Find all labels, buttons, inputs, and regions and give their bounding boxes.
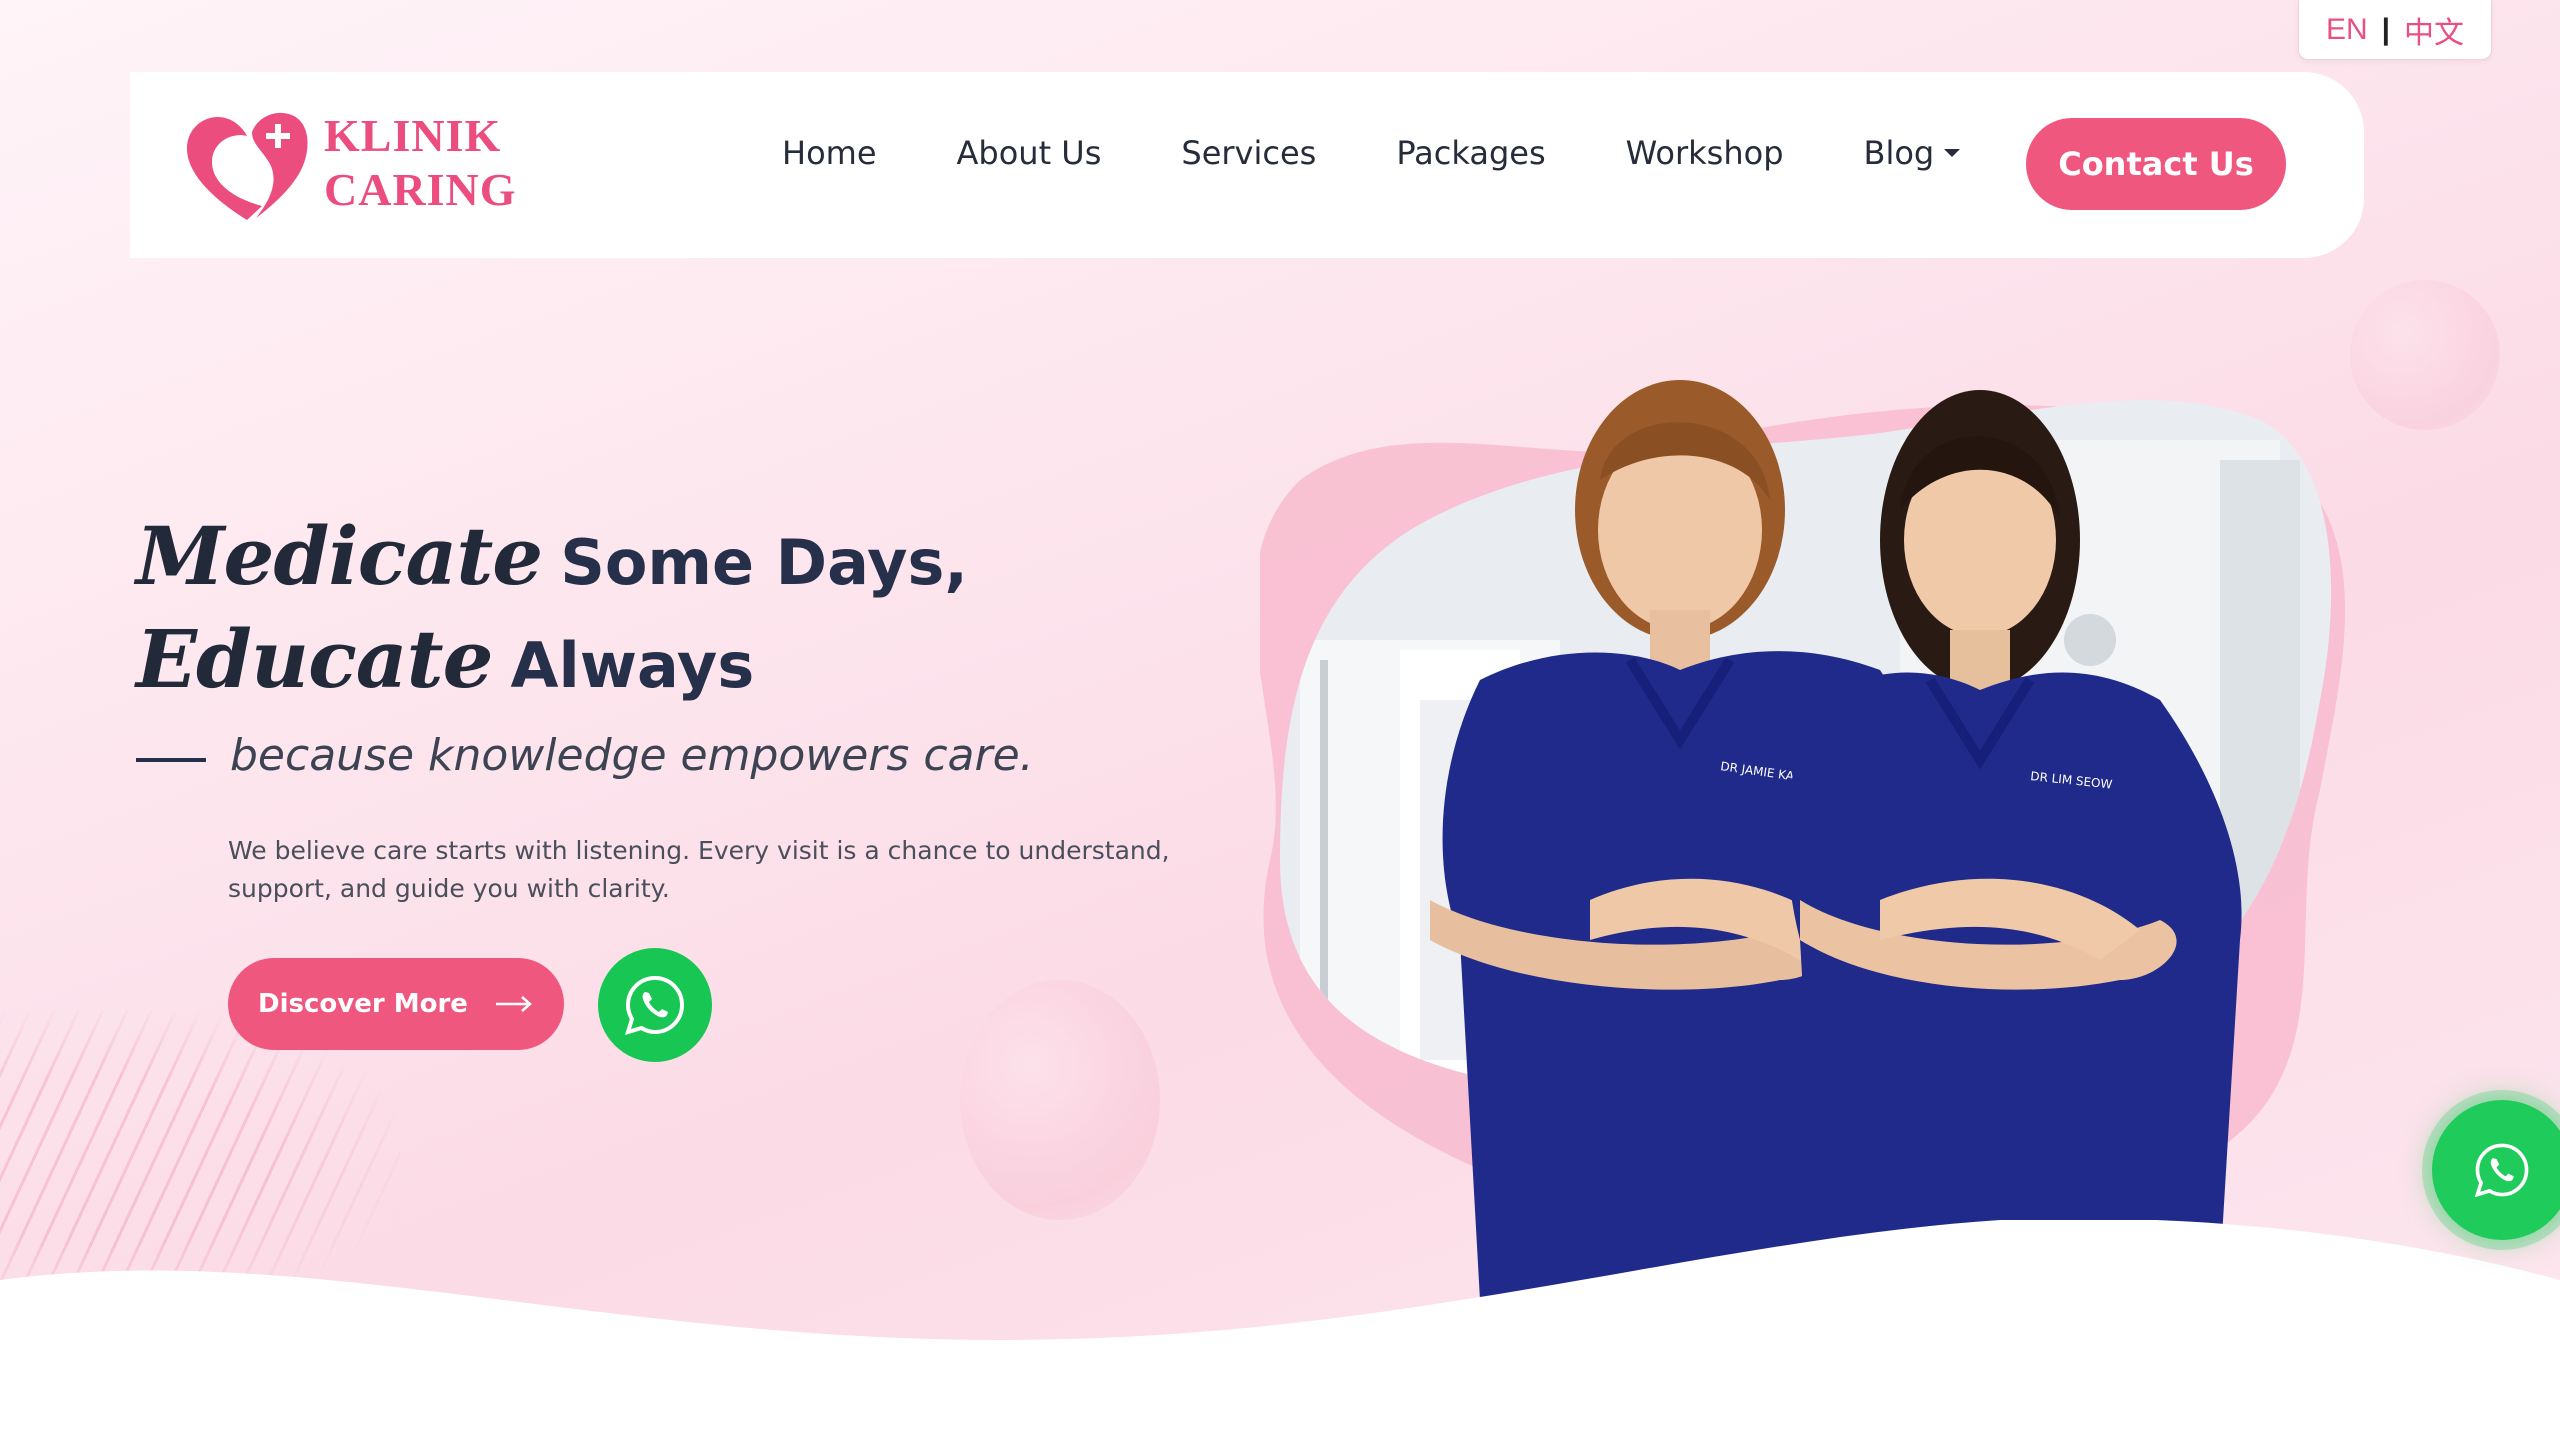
hero-headline: Medicate Some Days, Educate Always — [136, 508, 968, 714]
contact-us-button[interactable]: Contact Us — [2026, 118, 2286, 210]
headline-always: Always — [510, 629, 755, 702]
floating-whatsapp-button[interactable] — [2432, 1100, 2560, 1240]
decor-ball — [2350, 280, 2500, 430]
brand-line2: CARING — [324, 164, 517, 215]
decor-ball — [960, 980, 1160, 1220]
language-switcher: EN | 中文 — [2298, 0, 2492, 60]
lang-zh-link[interactable]: 中文 — [2404, 8, 2464, 52]
lang-en-link[interactable]: EN — [2326, 13, 2368, 47]
headline-some-days: Some Days, — [560, 526, 968, 599]
whatsapp-icon — [2474, 1143, 2529, 1198]
nav-workshop[interactable]: Workshop — [1626, 134, 1784, 172]
nav-workshop-label: Workshop — [1625, 134, 1784, 172]
discover-more-label: Discover More — [258, 989, 468, 1019]
whatsapp-button[interactable] — [598, 948, 712, 1062]
nav-about-us[interactable]: About Us — [957, 134, 1102, 172]
nav-about-label: About Us — [956, 134, 1102, 172]
nav-home-label: Home — [782, 134, 877, 172]
nav-services[interactable]: Services — [1181, 134, 1316, 172]
headline-line-1: Medicate Some Days, — [136, 508, 968, 611]
whatsapp-icon — [624, 975, 685, 1035]
headline-medicate: Medicate — [136, 509, 543, 603]
hero-description: We believe care starts with listening. E… — [228, 836, 1170, 903]
logo-text: KLINIK CARING — [324, 109, 517, 217]
logo-heart-icon — [186, 112, 308, 220]
nav-packages[interactable]: Packages — [1396, 134, 1545, 172]
nav-packages-label: Packages — [1396, 134, 1546, 172]
nav-blog-label: Blog — [1863, 134, 1935, 172]
nav-home[interactable]: Home — [782, 134, 877, 172]
nav-menu: Home About Us Services Packages Workshop… — [782, 134, 1961, 172]
navbar: KLINIK CARING Home About Us Services Pac… — [130, 72, 2364, 258]
lang-separator: | — [2381, 12, 2391, 46]
discover-more-button[interactable]: Discover More — [228, 958, 564, 1050]
nav-blog-dropdown[interactable]: Blog — [1864, 134, 1961, 172]
hero-tagline: because knowledge empowers care. — [230, 730, 1034, 781]
hero-image: DR JAMIE KANG DR LIM SEOW — [1260, 380, 2345, 1300]
tagline-dash — [136, 758, 206, 762]
bottom-wave — [0, 1220, 2560, 1440]
caret-down-icon — [1944, 149, 1961, 157]
logo[interactable]: KLINIK CARING — [182, 102, 517, 224]
brand-line1: KLINIK — [324, 110, 502, 161]
headline-educate: Educate — [136, 612, 493, 706]
headline-line-2: Educate Always — [136, 611, 968, 714]
nav-services-label: Services — [1181, 134, 1317, 172]
arrow-right-icon — [495, 996, 532, 1012]
